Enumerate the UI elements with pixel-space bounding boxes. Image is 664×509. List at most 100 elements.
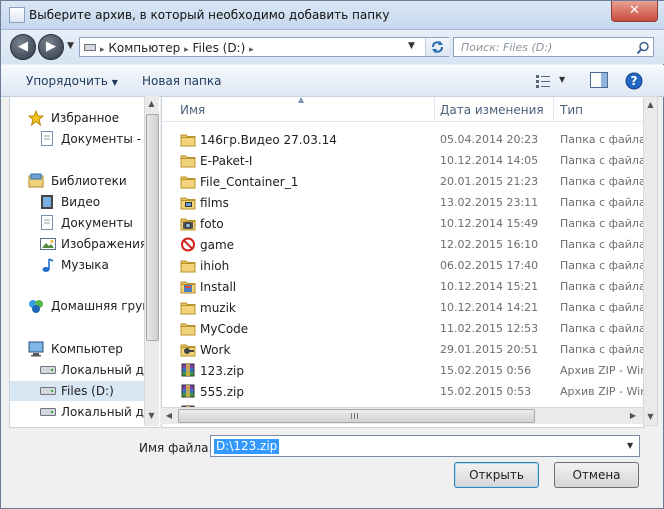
nav-item-documents-ya[interactable]: Документы - Я bbox=[10, 129, 144, 149]
folder-icon bbox=[180, 302, 196, 315]
folder-icon bbox=[180, 323, 196, 336]
sort-ascending-icon: ▲ bbox=[298, 96, 305, 104]
file-row[interactable]: Work 29.01.2015 20:51 Папка с файлами bbox=[162, 339, 644, 360]
filename-value: D:\123.zip bbox=[214, 439, 280, 454]
file-date: 06.02.2015 17:40 bbox=[440, 259, 539, 272]
nav-item-pictures[interactable]: Изображения bbox=[10, 234, 144, 254]
cancel-button[interactable]: Отмена bbox=[554, 462, 639, 488]
recent-pages-chevron-icon[interactable]: ▼ bbox=[67, 41, 74, 51]
nav-homegroup[interactable]: Домашняя групп bbox=[10, 296, 144, 316]
file-row[interactable]: 146гр.Видео 27.03.14 05.04.2014 20:23 Папк… bbox=[162, 129, 644, 150]
scroll-down-arrow-icon[interactable]: ▼ bbox=[145, 408, 158, 424]
column-type[interactable]: Тип bbox=[560, 103, 583, 117]
command-toolbar: Упорядочить ▼ Новая папка ▼ ? bbox=[1, 65, 664, 97]
nav-favorites[interactable]: Избранное bbox=[10, 108, 144, 128]
scroll-right-arrow-icon[interactable]: ▶ bbox=[625, 408, 641, 423]
search-icon[interactable] bbox=[636, 41, 650, 55]
nav-item-files-d[interactable]: Files (D:) bbox=[10, 381, 144, 401]
file-row[interactable]: MyCode 11.02.2015 12:53 Папка с файлами bbox=[162, 318, 644, 339]
file-list: Имя ▲ Дата изменения Тип 146гр.Видео 27.… bbox=[161, 96, 645, 428]
file-row[interactable]: foto 10.12.2014 15:49 Папка с файлами bbox=[162, 213, 644, 234]
search-input[interactable]: Поиск: Files (D:) bbox=[453, 37, 654, 57]
file-name: Install bbox=[200, 280, 237, 294]
filename-dropdown-icon[interactable]: ▼ bbox=[627, 441, 633, 450]
drive-icon bbox=[40, 408, 56, 416]
nav-item-music[interactable]: Музыка bbox=[10, 255, 144, 275]
file-row[interactable]: File_Container_1 20.01.2015 21:23 Папка с … bbox=[162, 171, 644, 192]
column-divider[interactable] bbox=[434, 97, 435, 121]
close-button[interactable]: ✕ bbox=[611, 1, 658, 22]
file-row[interactable]: E-Paket-I 10.12.2014 14:05 Папка с файлами bbox=[162, 150, 644, 171]
scroll-up-arrow-icon[interactable]: ▲ bbox=[644, 97, 657, 113]
file-row[interactable]: muzik 10.12.2014 14:21 Папка с файлами bbox=[162, 297, 644, 318]
file-date: 10.12.2014 15:21 bbox=[440, 280, 539, 293]
organize-button[interactable]: Упорядочить ▼ bbox=[26, 74, 118, 88]
address-dropdown-icon[interactable]: ▼ bbox=[408, 41, 415, 51]
scroll-down-arrow-icon[interactable]: ▼ bbox=[644, 409, 657, 425]
filename-input[interactable]: D:\123.zip ▼ bbox=[210, 435, 640, 457]
open-button[interactable]: Открыть bbox=[454, 462, 539, 488]
back-arrow-icon[interactable]: ◀ bbox=[10, 34, 36, 60]
file-name: 555.zip bbox=[200, 385, 244, 399]
file-date: 10.12.2014 14:21 bbox=[440, 301, 539, 314]
nav-item-documents[interactable]: Документы bbox=[10, 213, 144, 233]
file-list-scrollbar[interactable]: ▲ ▼ bbox=[643, 96, 658, 426]
nav-item-local-disk-e[interactable]: Локальный дис bbox=[10, 402, 144, 422]
homegroup-icon bbox=[29, 300, 43, 313]
file-row[interactable]: 123.zip 15.02.2015 0:56 Архив ZIP - WinRAR bbox=[162, 360, 644, 381]
search-placeholder: Поиск: Files (D:) bbox=[461, 41, 553, 54]
nav-computer-label: Компьютер bbox=[51, 342, 123, 356]
forward-arrow-icon[interactable]: ▶ bbox=[38, 34, 64, 60]
nav-item-label: Files (D:) bbox=[61, 384, 114, 398]
navigation-scrollbar[interactable]: ▲ ▼ bbox=[144, 96, 159, 426]
column-name[interactable]: Имя bbox=[180, 103, 205, 117]
file-row[interactable]: films 13.02.2015 23:11 Папка с файлами bbox=[162, 192, 644, 213]
nav-item-label: Видео bbox=[61, 195, 101, 209]
scroll-up-arrow-icon[interactable]: ▲ bbox=[145, 96, 158, 112]
nav-libraries[interactable]: Библиотеки bbox=[10, 171, 144, 191]
drive-icon bbox=[40, 387, 56, 395]
file-name: File_Container_1 bbox=[200, 175, 299, 189]
file-date: 05.04.2014 20:23 bbox=[440, 133, 539, 146]
column-divider[interactable] bbox=[553, 97, 554, 121]
view-dropdown-chevron-icon[interactable]: ▼ bbox=[559, 75, 565, 84]
nav-item-local-disk-c[interactable]: Локальный дис bbox=[10, 360, 144, 380]
new-folder-button[interactable]: Новая папка bbox=[142, 74, 221, 88]
nav-item-video[interactable]: Видео bbox=[10, 192, 144, 212]
column-date[interactable]: Дата изменения bbox=[440, 103, 544, 117]
preview-pane-icon[interactable] bbox=[590, 72, 608, 88]
file-date: 15.02.2015 0:56 bbox=[440, 364, 532, 377]
folder-icon bbox=[180, 260, 196, 273]
organize-chevron-icon: ▼ bbox=[111, 78, 118, 87]
file-date: 12.02.2015 16:10 bbox=[440, 238, 539, 251]
file-list-hscrollbar[interactable]: ◀ ▶ bbox=[161, 407, 643, 424]
help-icon[interactable]: ? bbox=[625, 72, 643, 90]
file-name: foto bbox=[200, 217, 224, 231]
refresh-icon bbox=[432, 41, 443, 53]
file-row[interactable]: game 12.02.2015 16:10 Папка с файлами bbox=[162, 234, 644, 255]
file-type: Папка с файлами bbox=[560, 217, 644, 230]
scroll-thumb[interactable] bbox=[146, 114, 159, 341]
file-name: game bbox=[200, 238, 235, 252]
address-bar[interactable]: ▸ Компьютер ▸ Files (D:) ▸ ▼ bbox=[79, 37, 449, 57]
nav-homegroup-label: Домашняя групп bbox=[51, 299, 144, 313]
nav-computer[interactable]: Компьютер bbox=[10, 339, 144, 359]
app-icon bbox=[9, 7, 25, 23]
nav-favorites-label: Избранное bbox=[51, 111, 120, 125]
title-bar[interactable]: Выберите архив, в который необходимо доб… bbox=[1, 1, 664, 30]
file-row[interactable]: Install 10.12.2014 15:21 Папка с файлами bbox=[162, 276, 644, 297]
hscroll-thumb[interactable] bbox=[178, 409, 535, 423]
file-row[interactable]: ihioh 06.02.2015 17:40 Папка с файлами bbox=[162, 255, 644, 276]
breadcrumb-computer[interactable]: Компьютер bbox=[108, 41, 180, 55]
grip-icon bbox=[357, 413, 358, 419]
filename-label: Имя файла: bbox=[139, 441, 213, 455]
nav-item-label: Изображения bbox=[61, 237, 144, 251]
view-options-icon[interactable] bbox=[535, 74, 551, 88]
file-row[interactable]: 555.zip 15.02.2015 0:53 Архив ZIP - WinRAR bbox=[162, 381, 644, 402]
breadcrumb: ▸ Компьютер ▸ Files (D:) ▸ bbox=[100, 41, 254, 55]
refresh-button[interactable] bbox=[425, 38, 449, 56]
breadcrumb-files-d[interactable]: Files (D:) bbox=[192, 41, 245, 55]
file-type: Архив ZIP - WinRAR bbox=[560, 364, 644, 377]
nav-item-label: Музыка bbox=[61, 258, 109, 272]
scroll-left-arrow-icon[interactable]: ◀ bbox=[161, 408, 177, 423]
